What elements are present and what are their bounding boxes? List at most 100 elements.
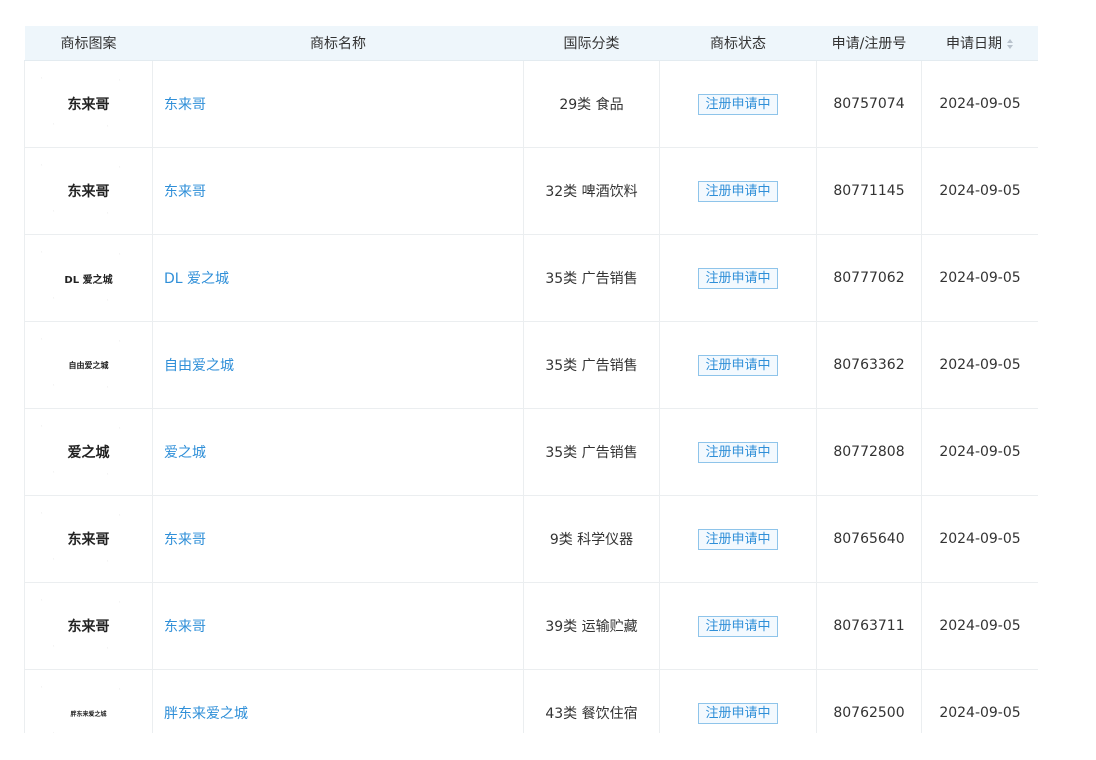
- name-cell: 自由爱之城: [152, 321, 524, 409]
- status-badge: 注册申请中: [698, 180, 778, 202]
- trademark-logo-text: 东来哥: [67, 532, 110, 548]
- trademark-name-link[interactable]: 自由爱之城: [164, 358, 234, 374]
- header-class: 国际分类: [523, 26, 660, 61]
- logo-cell: · · · · 胖东来爱之城: [24, 669, 153, 733]
- watermark-mark: ·: [105, 209, 110, 218]
- trademark-logo-image[interactable]: · · · · DL 爱之城: [33, 243, 145, 313]
- regno-cell: 80762500: [816, 669, 922, 733]
- regno-cell: 80763711: [816, 582, 922, 670]
- table-row: · · · · 自由爱之城 自由爱之城 35类 广告销售 注册申请中 80763…: [24, 321, 1038, 409]
- trademark-logo-image[interactable]: · · · · 东来哥: [33, 156, 145, 226]
- trademark-logo-image[interactable]: · · · · 东来哥: [33, 591, 145, 661]
- watermark-mark: ·: [51, 207, 56, 216]
- status-cell: 注册申请中: [659, 234, 817, 322]
- watermark-mark: ·: [39, 161, 44, 170]
- date-cell: 2024-09-05: [921, 147, 1038, 235]
- status-cell: 注册申请中: [659, 669, 817, 733]
- watermark-mark: ·: [105, 644, 110, 653]
- status-cell: 注册申请中: [659, 408, 817, 496]
- status-badge: 注册申请中: [698, 615, 778, 637]
- trademark-name-link[interactable]: DL 爱之城: [164, 271, 229, 287]
- watermark-mark: ·: [51, 468, 56, 477]
- status-badge: 注册申请中: [698, 528, 778, 550]
- table-row: · · · · 胖东来爱之城 胖东来爱之城 43类 餐饮住宿 注册申请中 807…: [24, 669, 1038, 733]
- header-logo: 商标图案: [24, 26, 153, 61]
- trademark-logo-text: DL 爱之城: [64, 274, 113, 286]
- date-cell: 2024-09-05: [921, 234, 1038, 322]
- trademark-name-link[interactable]: 东来哥: [164, 532, 206, 548]
- trademark-logo-text: 东来哥: [67, 619, 110, 635]
- header-name: 商标名称: [152, 26, 524, 61]
- status-cell: 注册申请中: [659, 60, 817, 148]
- table-row: · · · · DL 爱之城 DL 爱之城 35类 广告销售 注册申请中 807…: [24, 234, 1038, 322]
- trademark-logo-text: 东来哥: [67, 97, 110, 113]
- name-cell: 胖东来爱之城: [152, 669, 524, 733]
- date-cell: 2024-09-05: [921, 669, 1038, 733]
- regno-cell: 80771145: [816, 147, 922, 235]
- watermark-mark: ·: [51, 381, 56, 390]
- header-date-sortable[interactable]: 申请日期: [921, 26, 1038, 61]
- trademark-logo-image[interactable]: · · · · 胖东来爱之城: [33, 678, 145, 733]
- watermark-mark: ·: [105, 296, 110, 305]
- trademark-name-link[interactable]: 东来哥: [164, 619, 206, 635]
- watermark-mark: ·: [39, 248, 44, 257]
- class-cell: 29类 食品: [523, 60, 660, 148]
- sort-icon[interactable]: [1006, 38, 1014, 50]
- trademark-logo-image[interactable]: · · · · 东来哥: [33, 504, 145, 574]
- status-badge: 注册申请中: [698, 354, 778, 376]
- trademark-logo-image[interactable]: · · · · 自由爱之城: [33, 330, 145, 400]
- name-cell: 东来哥: [152, 60, 524, 148]
- name-cell: 东来哥: [152, 147, 524, 235]
- header-status: 商标状态: [659, 26, 817, 61]
- trademark-name-link[interactable]: 爱之城: [164, 445, 206, 461]
- class-cell: 35类 广告销售: [523, 408, 660, 496]
- trademark-name-link[interactable]: 东来哥: [164, 97, 206, 113]
- watermark-mark: ·: [117, 511, 122, 520]
- table-row: · · · · 东来哥 东来哥 39类 运输贮藏 注册申请中 80763711 …: [24, 582, 1038, 670]
- watermark-mark: ·: [51, 730, 56, 733]
- class-cell: 9类 科学仪器: [523, 495, 660, 583]
- watermark-mark: ·: [51, 294, 56, 303]
- class-cell: 32类 啤酒饮料: [523, 147, 660, 235]
- trademark-logo-image[interactable]: · · · · 爱之城: [33, 417, 145, 487]
- watermark-mark: ·: [105, 470, 110, 479]
- watermark-mark: ·: [39, 74, 44, 83]
- trademark-logo-image[interactable]: · · · · 东来哥: [33, 69, 145, 139]
- date-cell: 2024-09-05: [921, 60, 1038, 148]
- watermark-mark: ·: [39, 509, 44, 518]
- trademark-logo-text: 自由爱之城: [68, 360, 109, 370]
- watermark-mark: ·: [117, 598, 122, 607]
- regno-cell: 80777062: [816, 234, 922, 322]
- logo-cell: · · · · 爱之城: [24, 408, 153, 496]
- logo-cell: · · · · 东来哥: [24, 495, 153, 583]
- watermark-mark: ·: [51, 120, 56, 129]
- table-row: · · · · 爱之城 爱之城 35类 广告销售 注册申请中 80772808 …: [24, 408, 1038, 496]
- watermark-mark: ·: [105, 557, 110, 566]
- date-cell: 2024-09-05: [921, 408, 1038, 496]
- trademark-logo-text: 东来哥: [67, 184, 110, 200]
- watermark-mark: ·: [39, 335, 44, 344]
- regno-cell: 80772808: [816, 408, 922, 496]
- watermark-mark: ·: [39, 596, 44, 605]
- status-cell: 注册申请中: [659, 321, 817, 409]
- watermark-mark: ·: [39, 683, 44, 692]
- status-cell: 注册申请中: [659, 147, 817, 235]
- logo-cell: · · · · 东来哥: [24, 147, 153, 235]
- class-cell: 35类 广告销售: [523, 321, 660, 409]
- status-badge: 注册申请中: [698, 441, 778, 463]
- watermark-mark: ·: [117, 76, 122, 85]
- watermark-mark: ·: [117, 424, 122, 433]
- watermark-mark: ·: [51, 642, 56, 651]
- status-cell: 注册申请中: [659, 495, 817, 583]
- trademark-name-link[interactable]: 胖东来爱之城: [164, 706, 248, 722]
- date-cell: 2024-09-05: [921, 582, 1038, 670]
- trademark-name-link[interactable]: 东来哥: [164, 184, 206, 200]
- header-regno: 申请/注册号: [816, 26, 922, 61]
- logo-cell: · · · · DL 爱之城: [24, 234, 153, 322]
- watermark-mark: ·: [117, 685, 122, 694]
- header-date-label: 申请日期: [946, 36, 1002, 52]
- trademark-table: 商标图案 商标名称 国际分类 商标状态 申请/注册号 申请日期 · · · · …: [24, 26, 1038, 733]
- watermark-mark: ·: [105, 383, 110, 392]
- watermark-mark: ·: [117, 163, 122, 172]
- watermark-mark: ·: [105, 732, 110, 733]
